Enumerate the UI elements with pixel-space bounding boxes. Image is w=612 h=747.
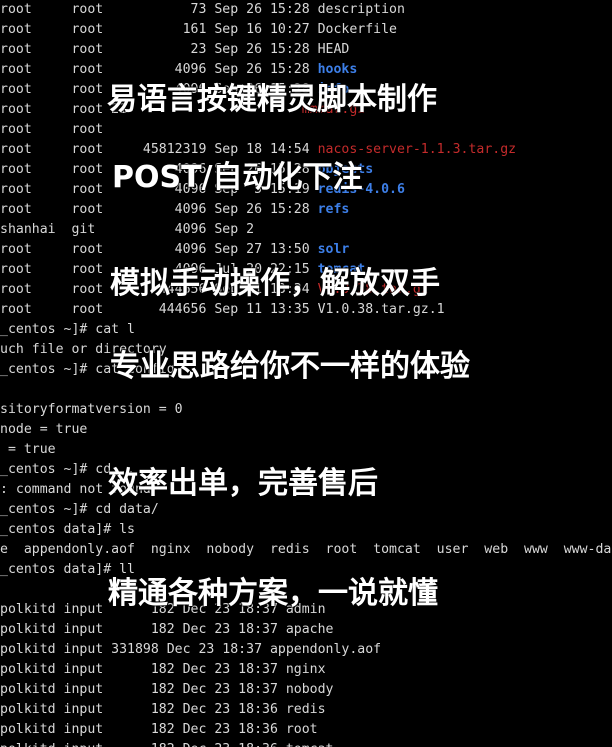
terminal-text: polkitd input 182 Dec 23 18:37 apache [0, 622, 334, 637]
terminal-text: : command not found [0, 482, 151, 497]
terminal-text: polkitd input 182 Dec 23 18:37 nginx [0, 662, 326, 677]
terminal-text: description [317, 2, 405, 17]
terminal-text: HEAD [317, 42, 350, 57]
terminal-text: node = true [0, 422, 88, 437]
terminal-line: root root 4096 Sep 27 13:50 solr [0, 240, 612, 260]
terminal-line: root root 4096 Sep 26 15:28 refs [0, 200, 612, 220]
terminal-line: root root 4096 Jul 20 22:15 tomcat [0, 260, 612, 280]
terminal-line: polkitd input 182 Dec 23 18:36 tomcat [0, 740, 612, 747]
directory-name: refs [317, 202, 350, 217]
terminal-line: root root 23 Sep 26 15:28 HEAD [0, 40, 612, 60]
terminal-line: root root 4096 Sep 5 15:19 redis-4.0.6 [0, 180, 612, 200]
terminal-text: root root 4096 Sep 26 15:28 [0, 202, 318, 217]
terminal-line: _centos ~]# cd data/ [0, 500, 612, 520]
terminal-text: _centos ~]# cd,,. [0, 462, 135, 477]
terminal-text: polkitd input 182 Dec 23 18:37 admin [0, 602, 326, 617]
terminal-text: _centos ~]# cat config [0, 362, 175, 377]
terminal-text: root root 4096 Jul 20 22:15 [0, 262, 318, 277]
terminal-text: root root 73 Sep 26 15:28 [0, 2, 318, 17]
terminal-text: Dockerfile [317, 22, 397, 37]
terminal-text: root root [0, 122, 104, 137]
terminal-text: root root 444656 Sep 11 13:34 [0, 282, 318, 297]
terminal-output[interactable]: root root 73 Sep 26 15:28 description roo… [0, 0, 612, 747]
terminal-text: _centos data]# ls [0, 522, 135, 537]
terminal-text: sitoryformatversion = 0 [0, 402, 183, 417]
terminal-text: polkitd input 182 Dec 23 18:37 nobody [0, 682, 334, 697]
archive-file-name: nacos-server-1.1.3.tar.gz [317, 142, 517, 157]
terminal-text: _centos ~]# cd data/ [0, 502, 159, 517]
terminal-text: _centos data]# ll [0, 562, 135, 577]
terminal-text: root root 21 [0, 102, 128, 117]
terminal-text: polkitd input 182 Dec 23 18:36 tomcat [0, 742, 333, 747]
terminal-line: root root [0, 120, 612, 140]
directory-name: hooks [317, 62, 358, 77]
terminal-line: uch file or directory [0, 340, 612, 360]
terminal-line: node = true [0, 420, 612, 440]
terminal-line: root root 444656 Sep 11 13:35 V1.0.38.ta… [0, 300, 612, 320]
terminal-line: _centos ~]# cat config [0, 360, 612, 380]
directory-name: tomcat [317, 262, 366, 277]
terminal-text: root root 4096 Sep 26 15:28 [0, 82, 318, 97]
directory-name: solr [317, 242, 350, 257]
terminal-text: root root 161 Sep 16 10:27 [0, 22, 318, 37]
terminal-line: root root 4096 Sep 26 15:28 info [0, 80, 612, 100]
terminal-line: : command not found [0, 480, 612, 500]
terminal-line: polkitd input 182 Dec 23 18:36 redis [0, 700, 612, 720]
terminal-line: polkitd input 182 Dec 23 18:37 apache [0, 620, 612, 640]
terminal-text: root root 4096 Sep 26 15:28 [0, 162, 318, 177]
terminal-text: = true [0, 442, 56, 457]
terminal-line: _centos data]# ls [0, 520, 612, 540]
terminal-text: polkitd input 331898 Dec 23 18:37 append… [0, 642, 382, 657]
terminal-text: e appendonly.aof nginx nobody redis root… [0, 542, 612, 557]
terminal-line: root root 161 Sep 16 10:27 Dockerfile [0, 20, 612, 40]
terminal-text: _centos ~]# cat l [0, 322, 135, 337]
terminal-line: root root 45812319 Sep 18 14:54 nacos-se… [0, 140, 612, 160]
terminal-text: polkitd input 182 Dec 23 18:36 redis [0, 702, 326, 717]
terminal-text: root root 4096 Sep 27 13:50 [0, 242, 318, 257]
archive-file-name: ar.gz [325, 102, 366, 117]
terminal-line: shanhai git 4096 Sep 2 [0, 220, 612, 240]
terminal-line: polkitd input 182 Dec 23 18:36 root [0, 720, 612, 740]
archive-file-name: V1.0.38.tar.gz [317, 282, 429, 297]
terminal-line: root root 444656 Sep 11 13:34 V1.0.38.ta… [0, 280, 612, 300]
terminal-line: polkitd input 182 Dec 23 18:37 nobody [0, 680, 612, 700]
terminal-line: root root 21 mmmar.gz [0, 100, 612, 120]
terminal-line: root root 4096 Sep 26 15:28 hooks [0, 60, 612, 80]
terminal-line: = true [0, 440, 612, 460]
terminal-line: sitoryformatversion = 0 [0, 400, 612, 420]
terminal-line: e appendonly.aof nginx nobody redis root… [0, 540, 612, 560]
directory-name: redis-4.0.6 [317, 182, 405, 197]
terminal-line: _centos ~]# cd,,. [0, 460, 612, 480]
terminal-line: root root 4096 Sep 26 15:28 objects [0, 160, 612, 180]
terminal-line: polkitd input 182 Dec 23 18:37 admin [0, 600, 612, 620]
directory-name: info [317, 82, 350, 97]
terminal-text: root root 4096 Sep 26 15:28 [0, 62, 318, 77]
terminal-line: polkitd input 182 Dec 23 18:37 nginx [0, 660, 612, 680]
terminal-text: root root 4096 Sep 5 15:19 [0, 182, 318, 197]
terminal-text: root root 444656 Sep 11 13:35 V1.0.38.ta… [0, 302, 445, 317]
terminal-text: root root 23 Sep 26 15:28 [0, 42, 318, 57]
terminal-text: root root 45812319 Sep 18 14:54 [0, 142, 318, 157]
archive-file-name: mmm [127, 102, 326, 117]
terminal-line: _centos ~]# cat l [0, 320, 612, 340]
terminal-line: polkitd input 331898 Dec 23 18:37 append… [0, 640, 612, 660]
terminal-line: _centos data]# ll [0, 560, 612, 580]
terminal-text: uch file or directory [0, 342, 167, 357]
terminal-text: shanhai git 4096 Sep 2 [0, 222, 255, 237]
terminal-line: root root 73 Sep 26 15:28 description [0, 0, 612, 20]
directory-name: objects [317, 162, 374, 177]
terminal-text: polkitd input 182 Dec 23 18:36 root [0, 722, 318, 737]
terminal-screenshot: root root 73 Sep 26 15:28 description roo… [0, 0, 612, 747]
